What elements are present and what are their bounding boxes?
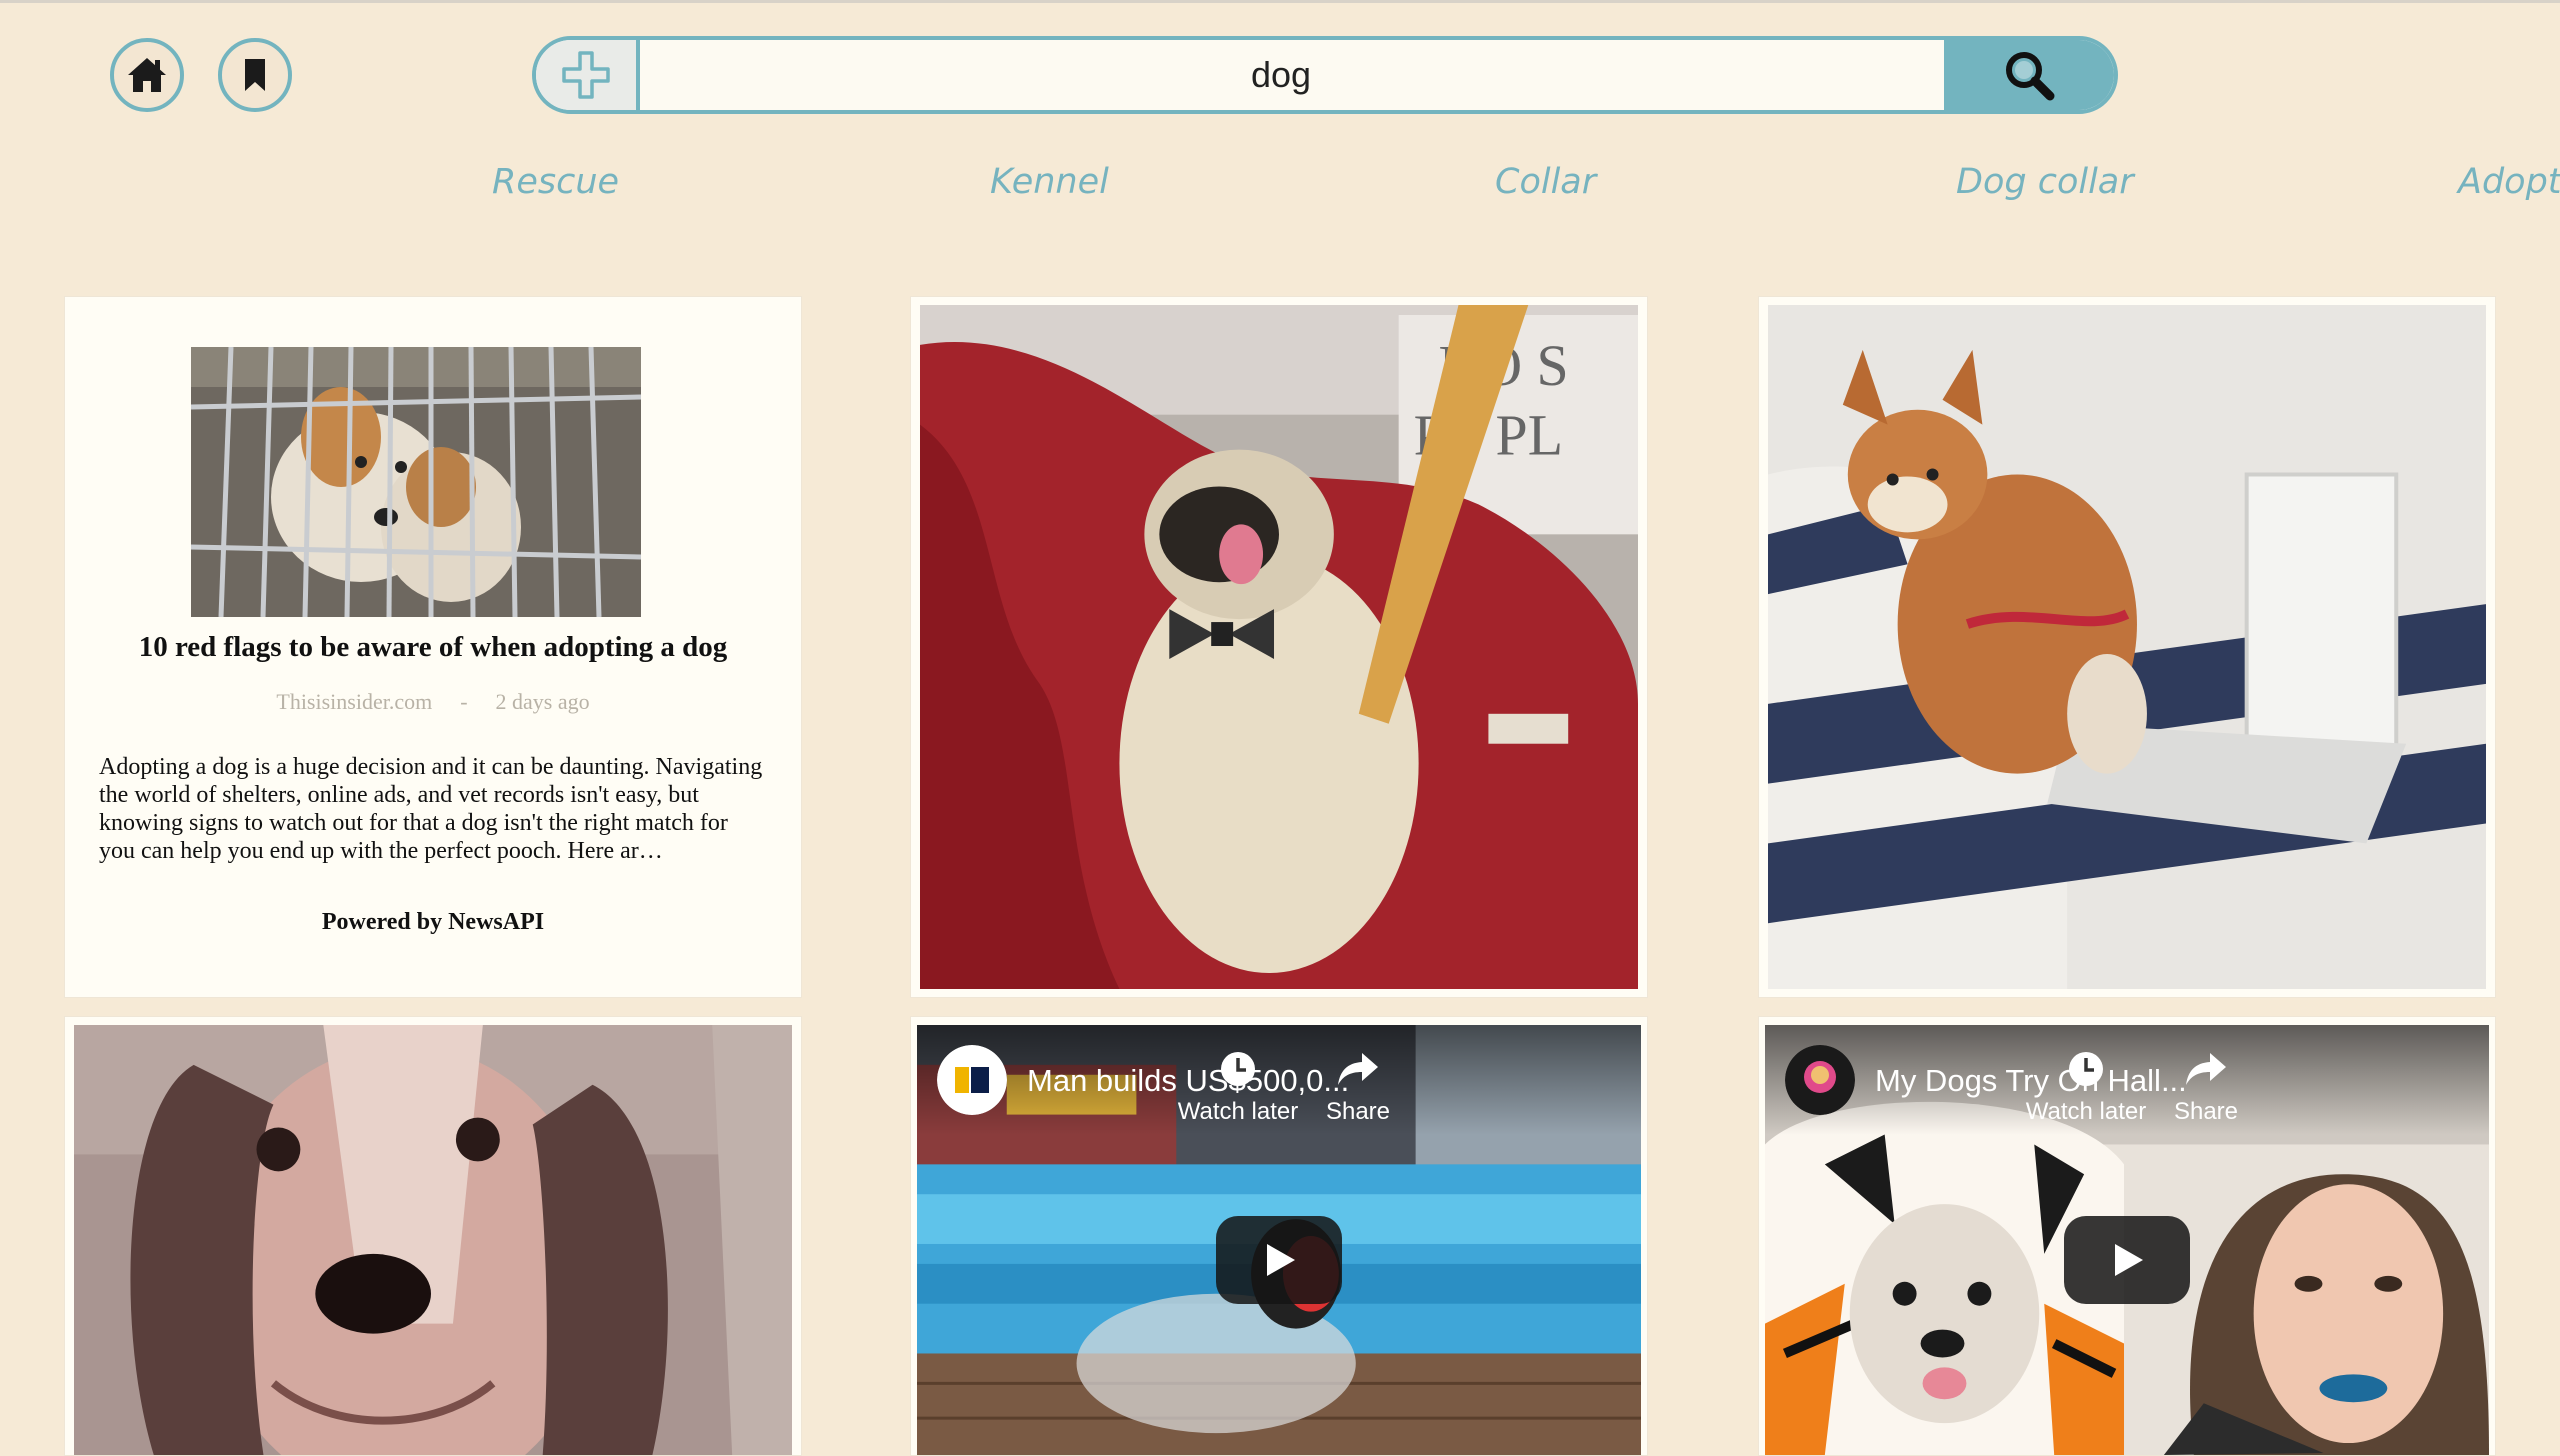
clock-icon [1221, 1052, 1255, 1086]
watch-later-button[interactable]: Watch later [2021, 1049, 2151, 1126]
play-button[interactable] [2064, 1216, 2190, 1304]
share-arrow-icon [2186, 1053, 2226, 1085]
bookmark-icon [245, 59, 265, 91]
video-player[interactable]: Man builds US$500,0... Watch later Share [917, 1025, 1641, 1455]
share-label: Share [2173, 1098, 2239, 1125]
shiba-gif-image [1768, 305, 2486, 989]
channel-logo-icon [937, 1045, 1007, 1115]
home-icon [128, 58, 166, 92]
clock-icon [2069, 1052, 2103, 1086]
channel-avatar[interactable] [937, 1045, 1007, 1115]
share-button[interactable]: Share [2151, 1049, 2261, 1126]
channel-logo-icon [1785, 1045, 1855, 1115]
plus-icon [562, 51, 610, 99]
bookmarks-button[interactable] [218, 38, 292, 112]
video-card-halloween[interactable]: My Dogs Try On Hall... Watch later Share [1758, 1016, 2496, 1456]
top-divider [0, 0, 2560, 3]
news-title[interactable]: 10 red flags to be aware of when adoptin… [65, 631, 801, 664]
news-card[interactable]: 10 red flags to be aware of when adoptin… [64, 296, 802, 998]
news-source: Thisisinsider.com [276, 689, 433, 714]
play-icon [1267, 1244, 1295, 1276]
suggestion-adopt[interactable]: Adopt [2458, 162, 2560, 202]
add-topic-button[interactable] [536, 40, 640, 110]
play-button[interactable] [1216, 1216, 1342, 1304]
gif-image [74, 1025, 792, 1455]
share-label: Share [1325, 1098, 1391, 1125]
channel-avatar[interactable] [1785, 1045, 1855, 1115]
beagle-gif-image [74, 1025, 792, 1455]
suggestion-kennel[interactable]: Kennel [990, 162, 1109, 202]
video-player[interactable]: My Dogs Try On Hall... Watch later Share [1765, 1025, 2489, 1455]
news-time: 2 days ago [495, 689, 590, 714]
magnifier-icon [2006, 52, 2055, 101]
search-button[interactable] [1944, 40, 2114, 110]
gif-image [1768, 305, 2486, 989]
share-arrow-icon [1338, 1053, 1378, 1085]
play-icon [2115, 1244, 2143, 1276]
gif-card-pug[interactable]: DO S PE PL [910, 296, 1648, 998]
watch-later-label: Watch later [1177, 1098, 1299, 1125]
gif-image: DO S PE PL [920, 305, 1638, 989]
gif-card-beagle[interactable] [64, 1016, 802, 1456]
powered-by-credit: Powered by NewsAPI [321, 909, 545, 935]
video-card-pool[interactable]: Man builds US$500,0... Watch later Share [910, 1016, 1648, 1456]
suggestion-dog-collar[interactable]: Dog collar [1956, 162, 2134, 202]
news-meta: Thisisinsider.com - 2 days ago [65, 689, 801, 715]
news-description: Adopting a dog is a huge decision and it… [99, 754, 763, 864]
share-button[interactable]: Share [1303, 1049, 1413, 1126]
gif-card-shiba[interactable] [1758, 296, 2496, 998]
news-thumbnail [191, 347, 641, 617]
watch-later-label: Watch later [2025, 1098, 2147, 1125]
pug-gif-image: DO S PE PL [920, 305, 1638, 989]
watch-later-button[interactable]: Watch later [1173, 1049, 1303, 1126]
search-bar [532, 36, 2118, 114]
meta-separator: - [460, 689, 468, 714]
search-input[interactable] [640, 40, 1922, 110]
suggestion-collar[interactable]: Collar [1495, 162, 1596, 202]
home-button[interactable] [110, 38, 184, 112]
suggestion-rescue[interactable]: Rescue [492, 162, 619, 202]
